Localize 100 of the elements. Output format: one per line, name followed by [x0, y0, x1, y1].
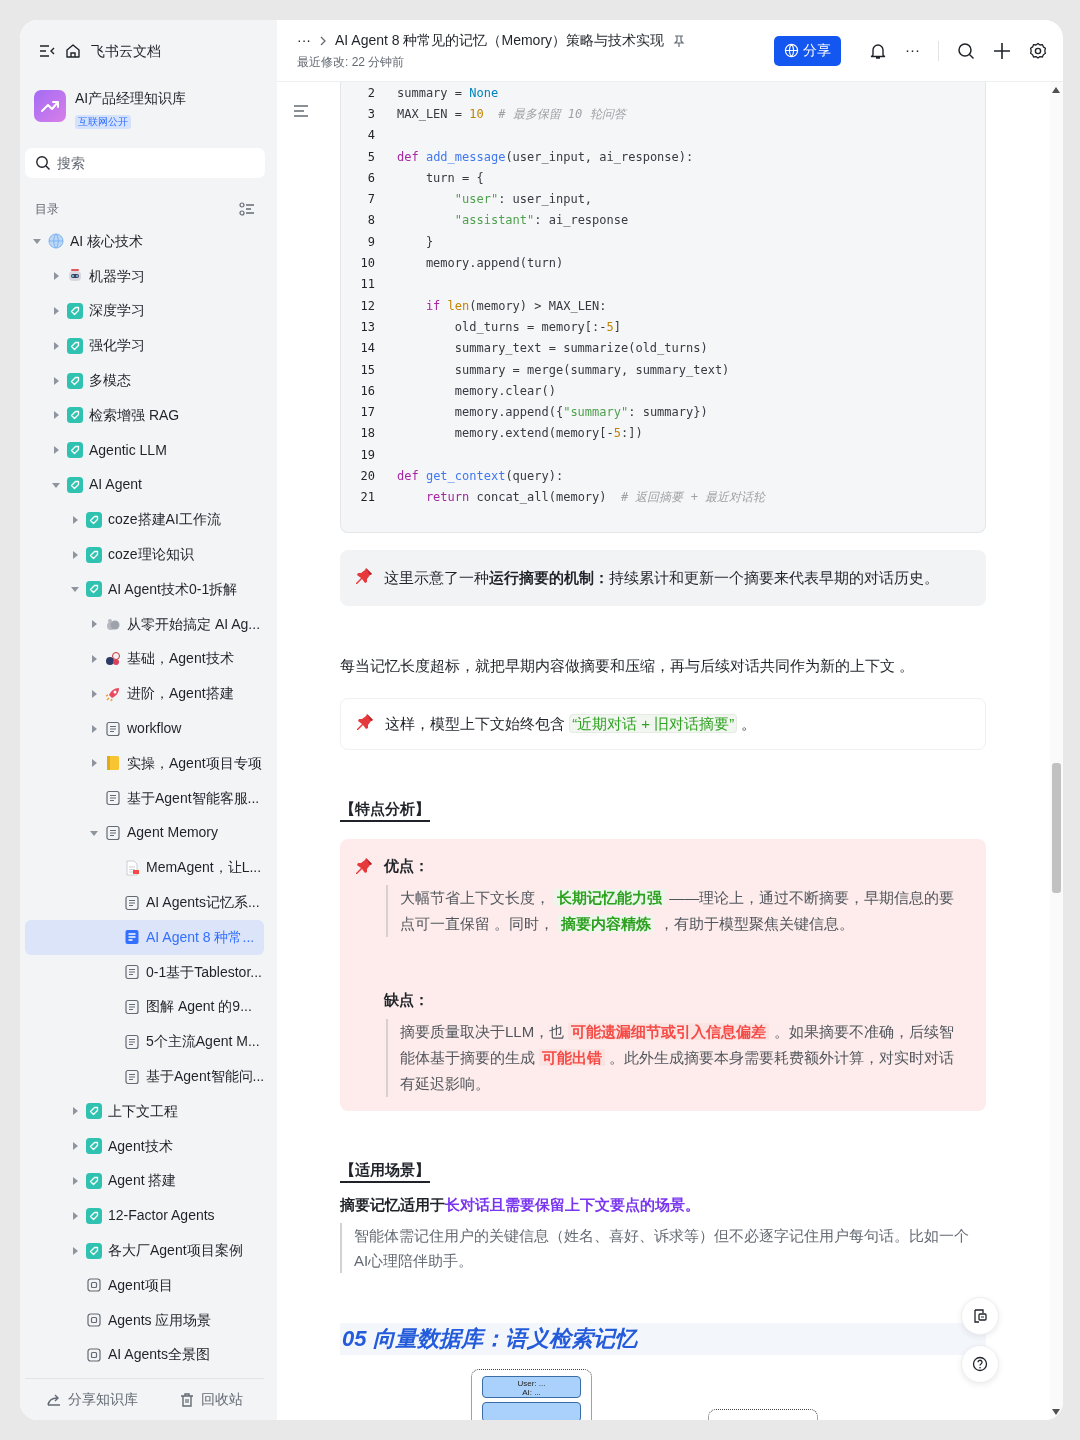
- tree-item[interactable]: coze理论知识: [25, 537, 264, 572]
- caret-icon[interactable]: [52, 272, 60, 281]
- caret-icon[interactable]: [52, 307, 60, 315]
- caret-icon[interactable]: [52, 376, 60, 385]
- tree-item[interactable]: Agent技术: [25, 1128, 264, 1164]
- caret-icon[interactable]: [90, 620, 98, 629]
- tree-item[interactable]: AI Agents记忆系...: [25, 885, 264, 920]
- section-heading: 【适用场景】: [340, 1158, 430, 1183]
- tree-item[interactable]: 机器学习: [25, 258, 264, 294]
- caret-icon[interactable]: [52, 411, 60, 420]
- bell-icon[interactable]: [869, 41, 887, 60]
- scroll-up-icon[interactable]: [1052, 87, 1060, 93]
- more-link[interactable]: ···: [297, 30, 311, 51]
- code-line: }: [424, 233, 434, 251]
- space-name: AI产品经理知识库: [75, 89, 187, 108]
- tree-item[interactable]: AI Agent: [25, 467, 264, 503]
- tree-item[interactable]: 实操，Agent项目专项: [25, 745, 264, 781]
- tree-item[interactable]: 5个主流Agent M...: [25, 1024, 264, 1060]
- home-icon[interactable]: [65, 43, 81, 59]
- globe-icon: [784, 43, 799, 58]
- tree-item[interactable]: coze搭建AI工作流: [25, 502, 264, 538]
- collapse-icon[interactable]: [39, 43, 55, 59]
- tree-item[interactable]: 基础，Agent技术: [25, 641, 264, 677]
- scrollbar[interactable]: [1050, 82, 1063, 1420]
- tree-item[interactable]: 进阶，Agent搭建: [25, 676, 264, 712]
- caret-icon[interactable]: [71, 1142, 79, 1151]
- line-number: 20: [359, 468, 375, 485]
- tree-item[interactable]: 各大厂Agent项目案例: [25, 1233, 264, 1268]
- document-icon: [124, 1068, 140, 1085]
- caret-icon[interactable]: [33, 237, 41, 246]
- outline-icon[interactable]: [293, 104, 309, 118]
- quote-text: 摘要质量取决于LLM，也 可能遗漏细节或引入信息偏差 。如果摘要不准确，后续智能体基于摘要的生成 可能出错 。此外生成摘要本身需要耗费额外计算，对实时对话有延迟影响。: [386, 1018, 968, 1097]
- code-line: summary = None: [397, 84, 499, 102]
- tree-item[interactable]: 强化学习: [25, 328, 264, 364]
- tag-icon: [67, 337, 83, 354]
- tree-item[interactable]: MemAgent，让L...: [25, 850, 264, 886]
- share-button[interactable]: 分享: [774, 35, 841, 66]
- callout-title: 缺点：: [384, 989, 429, 1010]
- caret-icon[interactable]: [52, 446, 60, 455]
- tree-item[interactable]: AI Agents全景图: [25, 1337, 264, 1373]
- help-button[interactable]: [961, 1345, 999, 1383]
- tree-item[interactable]: 多模态: [25, 363, 264, 398]
- section-heading: 【特点分析】: [340, 797, 430, 822]
- scroll-down-icon[interactable]: [1052, 1409, 1060, 1415]
- tree-item[interactable]: 基于Agent智能客服...: [25, 780, 264, 816]
- more-button[interactable]: ···: [905, 39, 920, 62]
- tree-item[interactable]: AI 核心技术: [25, 224, 264, 259]
- tree-item[interactable]: Agents 应用场景: [25, 1302, 264, 1338]
- tree-item[interactable]: 深度学习: [25, 293, 264, 329]
- settings-icon[interactable]: [1029, 41, 1047, 60]
- scroll-thumb[interactable]: [1052, 763, 1061, 893]
- tree-item[interactable]: 12-Factor Agents: [25, 1198, 264, 1234]
- caret-icon[interactable]: [71, 1176, 79, 1185]
- tree-item[interactable]: 基于Agent智能问...: [25, 1059, 264, 1094]
- tree-item[interactable]: Agent Memory: [25, 815, 264, 851]
- code-line: summary = merge(summary, summary_text): [453, 361, 730, 379]
- caret-icon[interactable]: [90, 654, 98, 663]
- caret-icon[interactable]: [52, 341, 60, 350]
- search-icon[interactable]: [957, 41, 975, 60]
- code-line: "assistant": ai_response: [453, 212, 629, 230]
- caret-icon[interactable]: [71, 550, 79, 559]
- line-number: 12: [359, 297, 375, 315]
- caret-icon[interactable]: [90, 724, 98, 733]
- section-title: 05 向量数据库：语义检索记忆: [340, 1322, 986, 1355]
- tag-icon: [86, 511, 102, 528]
- tree-item[interactable]: 检索增强 RAG: [25, 398, 264, 433]
- caret-icon[interactable]: [90, 689, 98, 698]
- tree-item[interactable]: 上下文工程: [25, 1093, 264, 1129]
- paragraph: 摘要记忆适用于长对话且需要保留上下文要点的场景。: [340, 1194, 701, 1215]
- caret-icon[interactable]: [71, 1107, 79, 1116]
- caret-icon[interactable]: [71, 585, 79, 594]
- line-number: 13: [359, 318, 375, 336]
- trash-icon[interactable]: [179, 1391, 196, 1408]
- caret-icon[interactable]: [71, 1211, 79, 1220]
- tree-item[interactable]: AI Agent技术0-1拆解: [25, 571, 264, 607]
- tree-item[interactable]: Agentic LLM: [25, 432, 264, 468]
- plus-icon[interactable]: [993, 41, 1011, 60]
- list-icon[interactable]: [239, 200, 255, 217]
- caret-icon[interactable]: [71, 1246, 79, 1255]
- tree-item[interactable]: Agent项目: [25, 1267, 264, 1303]
- tree-item[interactable]: workflow: [25, 711, 264, 746]
- search-field[interactable]: 搜索: [25, 148, 265, 178]
- comment-button[interactable]: [961, 1297, 999, 1335]
- pushpin-icon: [354, 565, 374, 586]
- caret-icon[interactable]: [90, 828, 98, 837]
- tree-item[interactable]: 图解 Agent 的9...: [25, 989, 264, 1025]
- pin-icon[interactable]: [672, 33, 687, 48]
- share-link[interactable]: 分享知识库: [45, 1389, 138, 1410]
- tree-item[interactable]: Agent 搭建: [25, 1163, 264, 1199]
- tree-item[interactable]: 从零开始搞定 AI Ag...: [25, 606, 264, 642]
- app-title: 飞书云文档: [91, 41, 161, 61]
- last-modified: 最近修改: 22 分钟前: [297, 54, 406, 71]
- caret-icon[interactable]: [90, 759, 98, 768]
- document-icon: [124, 964, 140, 981]
- trash-link[interactable]: 回收站: [179, 1389, 244, 1410]
- caret-icon[interactable]: [71, 515, 79, 524]
- caret-icon[interactable]: [52, 480, 60, 489]
- tree-item[interactable]: 0-1基于Tablestor...: [25, 954, 264, 990]
- code-line: memory.clear(): [453, 382, 556, 400]
- tag-icon: [67, 407, 83, 424]
